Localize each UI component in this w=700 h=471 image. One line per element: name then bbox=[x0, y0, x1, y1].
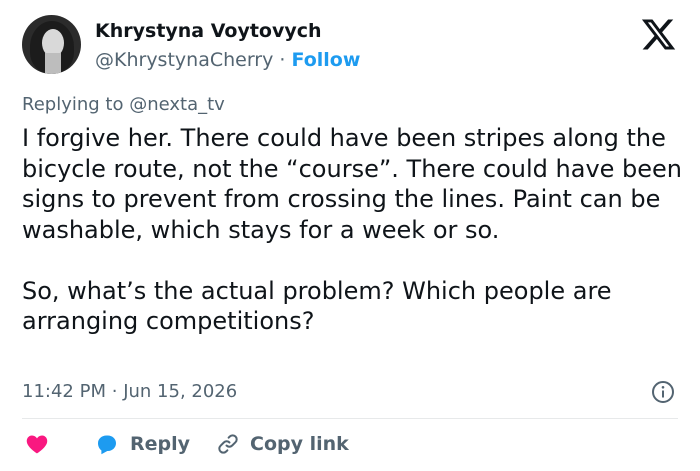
reply-bubble-icon bbox=[98, 435, 116, 455]
replying-prefix: Replying to bbox=[22, 94, 124, 115]
link-icon bbox=[218, 434, 238, 454]
author-handle[interactable]: @KhrystynaCherry bbox=[95, 49, 273, 71]
follow-button[interactable]: Follow bbox=[292, 49, 361, 71]
avatar-neck bbox=[45, 53, 61, 74]
tweet-date: Jun 15, 2026 bbox=[123, 381, 238, 402]
tweet-timestamp[interactable]: 11:42 PM · Jun 15, 2026 bbox=[22, 381, 237, 402]
tweet-paragraph-2: So, what’s the actual problem? Which peo… bbox=[22, 276, 612, 336]
copy-link-label: Copy link bbox=[250, 433, 349, 455]
timestamp-separator: · bbox=[111, 381, 118, 402]
like-button[interactable] bbox=[24, 430, 50, 458]
copy-link-button[interactable]: Copy link bbox=[216, 430, 349, 458]
author-handle-line: @KhrystynaCherry · Follow bbox=[95, 49, 360, 71]
heart-icon bbox=[26, 435, 48, 454]
avatar[interactable] bbox=[22, 15, 81, 74]
handle-separator: · bbox=[279, 49, 286, 71]
tweet-body: I forgive her. There could have been str… bbox=[22, 123, 682, 337]
reply-label: Reply bbox=[130, 433, 191, 455]
divider bbox=[22, 418, 678, 419]
tweet-time: 11:42 PM bbox=[22, 381, 106, 402]
replying-mention[interactable]: @nexta_tv bbox=[129, 94, 225, 115]
replying-to: Replying to @nexta_tv bbox=[22, 94, 225, 115]
author-name[interactable]: Khrystyna Voytovych bbox=[95, 20, 322, 42]
reply-button[interactable]: Reply bbox=[94, 430, 190, 458]
info-icon[interactable] bbox=[651, 380, 675, 404]
tweet-paragraph-1: I forgive her. There could have been str… bbox=[22, 124, 683, 244]
x-logo-icon[interactable] bbox=[640, 16, 677, 53]
